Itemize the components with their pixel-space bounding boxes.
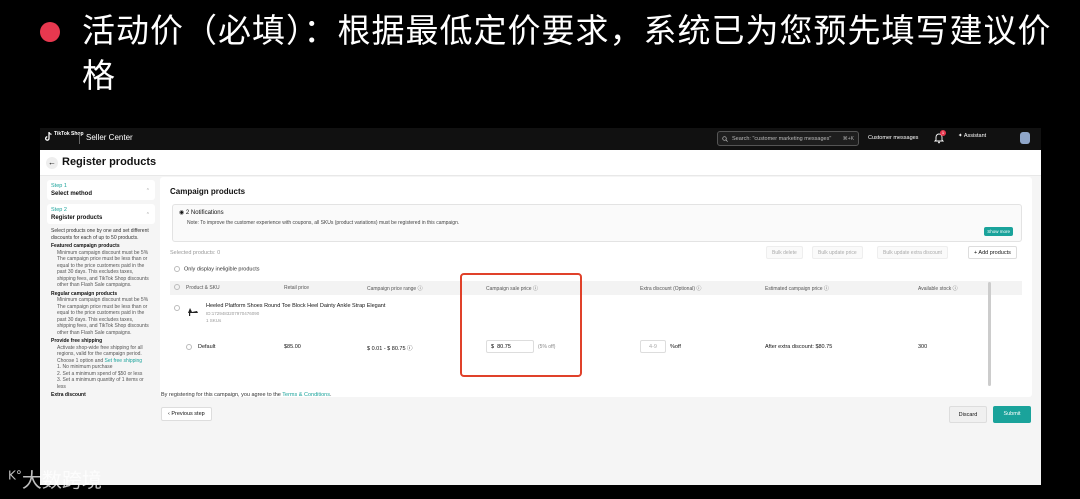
guide-intro: Select products one by one and set diffe…	[51, 228, 149, 241]
sku-name: Default	[198, 344, 216, 350]
assistant-label: Assistant	[963, 133, 987, 139]
page-title: Register products	[62, 156, 157, 168]
bullet-dot	[40, 22, 60, 42]
table-header: Product & SKU Retail price Campaign pric…	[170, 281, 1022, 295]
card-title: Campaign products	[170, 187, 246, 196]
notifications-body: Note: To improve the customer experience…	[187, 220, 460, 226]
notifications-box: ◉ 2 Notifications Note: To improve the c…	[172, 204, 1022, 242]
col-retail-price: Retail price	[284, 285, 310, 291]
search-placeholder: Search: "customer marketing messages"	[732, 136, 832, 142]
info-icon: ◉	[179, 210, 186, 216]
toggle-checkbox[interactable]	[174, 266, 180, 272]
assistant-button[interactable]: ✦ Assistant	[958, 133, 986, 139]
available-stock: 300	[918, 344, 928, 350]
steps-panel: Step 1 Select method ⌃ Step 2 Register p…	[47, 180, 155, 485]
sku-row: Default $85.00 $ 0.01 - $ 80.75 ⓘ $ 80.7…	[170, 337, 1022, 361]
col-product: Product & SKU	[186, 285, 220, 291]
watermark: K°大数跨境	[8, 464, 102, 493]
estimated-price: After extra discount: $80.75	[765, 344, 833, 350]
search-input[interactable]: Search: "customer marketing messages" ⌘+…	[717, 131, 859, 146]
notification-badge: 1	[940, 130, 946, 136]
divider	[79, 134, 80, 144]
bulk-delete-button[interactable]: Bulk delete	[766, 246, 803, 259]
product-id: ID:1729483207970476090	[206, 311, 260, 316]
submit-button[interactable]: Submit	[993, 406, 1031, 423]
terms-notice: By registering for this campaign, you ag…	[161, 392, 332, 398]
step-name: Register products	[51, 215, 103, 221]
sku-checkbox[interactable]	[186, 344, 192, 350]
step-name: Select method	[51, 191, 93, 197]
guide-option: 3. Set a minimum quantity of 1 items or …	[57, 377, 144, 390]
customer-messages-link[interactable]: Customer messages	[868, 135, 918, 141]
back-arrow-icon[interactable]: ←	[46, 157, 58, 169]
price-range: $ 0.01 - $ 80.75 ⓘ	[367, 346, 413, 352]
retail-price: $85.00	[284, 344, 301, 350]
notifications-title-text: 2 Notifications	[185, 210, 224, 216]
step-1[interactable]: Step 1 Select method ⌃	[47, 180, 155, 200]
top-bar: TikTok Shop Seller Center Search: "custo…	[40, 128, 1041, 150]
search-icon	[722, 136, 728, 142]
show-more-button[interactable]: Show more	[984, 227, 1013, 236]
guide-item: Activate shop-wide free shipping for all…	[51, 345, 151, 365]
chevron-icon: ⌃	[145, 188, 150, 194]
step-label: Step 2	[51, 207, 67, 213]
tiktok-logo-icon	[44, 132, 52, 141]
table-row: Heeled Platform Shoes Round Toe Block He…	[170, 299, 1022, 331]
footer-bar: ‹ Previous step Discard Submit	[157, 400, 1041, 430]
col-estimated-price: Estimated campaign price ⓘ	[765, 286, 829, 292]
previous-step-button[interactable]: ‹ Previous step	[161, 407, 212, 421]
watermark-logo-icon: K°	[8, 468, 22, 483]
slide-headline: 活动价（必填）：根据最低定价要求，系统已为您预先填写建议价格	[82, 11, 1052, 95]
shoe-thumbnail	[186, 303, 200, 317]
add-products-button[interactable]: + Add products	[968, 246, 1017, 259]
step-guide: Select products one by one and set diffe…	[47, 228, 155, 399]
bulk-update-price-button[interactable]: Bulk update price	[812, 246, 863, 259]
agree-end: .	[329, 392, 332, 398]
avatar[interactable]	[1020, 132, 1030, 144]
terms-link[interactable]: Terms & Conditions	[282, 392, 330, 398]
slide: 活动价（必填）：根据最低定价要求，系统已为您预先填写建议价格 TikTok Sh…	[0, 0, 1080, 499]
guide-item: The campaign price must be less than or …	[57, 303, 149, 336]
guide-item: Minimum campaign discount must be 5%	[57, 297, 149, 303]
col-extra-discount: Extra discount (Optional) ⓘ	[640, 286, 702, 292]
guide-item: The campaign price must be less than or …	[57, 256, 149, 288]
table-scrollbar[interactable]	[988, 282, 991, 386]
notifications-title: ◉ 2 Notifications	[179, 209, 224, 216]
product-sku-count: 1 SKUs	[206, 318, 222, 323]
chevron-icon: ⌃	[145, 212, 150, 218]
watermark-text: 大数跨境	[21, 468, 102, 492]
guide-heading: Extra discount	[51, 392, 86, 398]
bulk-update-extra-discount-button[interactable]: Bulk update extra discount	[877, 246, 948, 259]
row-checkbox[interactable]	[174, 305, 180, 311]
selected-count: Selected products: 0	[170, 250, 221, 256]
agree-text: By registering for this campaign, you ag…	[161, 392, 281, 398]
col-price-range: Campaign price range ⓘ	[367, 286, 423, 292]
seller-center-screenshot: TikTok Shop Seller Center Search: "custo…	[40, 128, 1041, 485]
step-2[interactable]: Step 2 Register products ⌃	[47, 204, 155, 224]
campaign-products-card: Campaign products ◉ 2 Notifications Note…	[160, 177, 1032, 397]
step-label: Step 1	[51, 183, 67, 189]
select-all-checkbox[interactable]	[174, 284, 180, 290]
ineligible-filter[interactable]: Only display ineligible products	[174, 266, 260, 272]
discard-button[interactable]: Discard	[949, 406, 987, 423]
set-free-shipping-link[interactable]: Set free shipping	[105, 358, 143, 364]
extra-discount-unit: %off	[670, 344, 681, 350]
ineligible-label: Only display ineligible products	[184, 266, 260, 273]
page-header: ← Register products	[40, 150, 1041, 176]
search-shortcut: ⌘+K	[842, 136, 854, 142]
extra-discount-input[interactable]: 4-9	[640, 340, 666, 353]
product-name: Heeled Platform Shoes Round Toe Block He…	[206, 303, 386, 309]
col-stock: Available stock ⓘ	[918, 286, 958, 292]
highlight-box	[460, 273, 582, 377]
app-title: Seller Center	[86, 133, 133, 142]
